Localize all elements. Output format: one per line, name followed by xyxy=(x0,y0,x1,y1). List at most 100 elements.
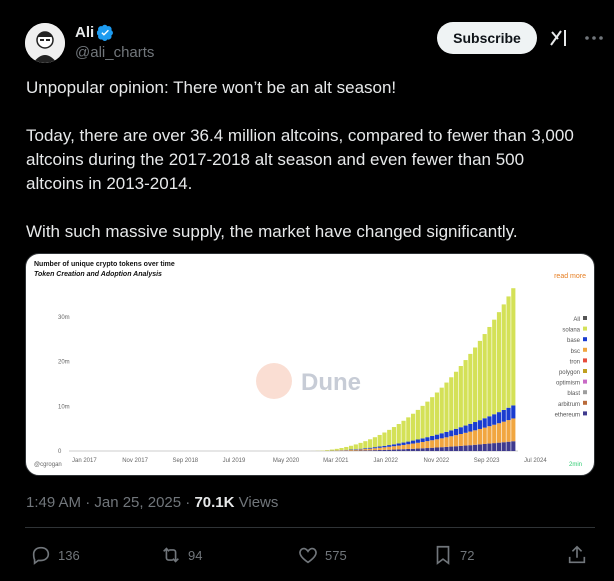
repost-count: 94 xyxy=(188,547,203,563)
chart-bar xyxy=(501,421,506,443)
y-tick-label: 20m xyxy=(58,360,70,366)
views-label: Views xyxy=(234,494,279,511)
chart-bar xyxy=(487,443,492,451)
divider xyxy=(25,527,595,528)
legend-swatch xyxy=(583,358,587,363)
legend-swatch xyxy=(583,337,587,342)
view-count: 70.1K xyxy=(194,494,235,511)
chart-image[interactable]: Number of unique crypto tokens over time… xyxy=(25,253,595,476)
chart-bar xyxy=(363,449,368,451)
chart-bar xyxy=(353,449,358,451)
chart-bar xyxy=(477,444,482,451)
chart-bar xyxy=(425,448,430,451)
chart-bar xyxy=(415,409,420,440)
chart-bar xyxy=(444,431,449,438)
x-tick-label: Sep 2018 xyxy=(172,458,198,464)
verified-badge-icon xyxy=(97,24,113,41)
chart-bar xyxy=(344,446,349,450)
chart-bar xyxy=(420,438,425,442)
chart-bar xyxy=(506,296,511,408)
chart-bar xyxy=(353,444,358,450)
x-tick-label: Mar 2021 xyxy=(323,458,349,464)
repost-button[interactable]: 94 xyxy=(160,544,202,566)
x-tick-label: Jan 2022 xyxy=(373,458,398,464)
chart-bar xyxy=(391,449,397,451)
chart-bar xyxy=(406,444,411,449)
chart-bar xyxy=(415,442,420,449)
chart-bar xyxy=(458,427,463,435)
watermark-text: Dune xyxy=(301,369,361,396)
chart-bar xyxy=(492,414,497,425)
chart-bar xyxy=(468,423,473,432)
chart-bar xyxy=(382,449,387,451)
y-tick-label: 0 xyxy=(58,449,62,455)
legend-label: polygon xyxy=(559,370,580,376)
chart-bar xyxy=(468,353,473,424)
chart-bar xyxy=(391,427,397,445)
chart-bar xyxy=(458,366,463,428)
author-handle[interactable]: @ali_charts xyxy=(75,44,154,61)
avatar[interactable] xyxy=(25,23,65,63)
heart-icon xyxy=(299,547,317,564)
legend-swatch xyxy=(583,390,587,395)
legend-label: base xyxy=(567,338,581,344)
legend-label: arbitrum xyxy=(558,402,580,408)
chart-bar xyxy=(434,447,440,451)
chart-bar xyxy=(482,418,487,428)
chart-bar xyxy=(506,407,511,421)
chart-bar xyxy=(396,449,401,451)
chart-bar xyxy=(401,442,406,445)
like-count: 575 xyxy=(325,547,347,563)
more-options-icon[interactable] xyxy=(582,27,606,49)
reply-button[interactable]: 136 xyxy=(30,544,80,566)
chart-bar xyxy=(434,439,440,448)
legend-swatch xyxy=(583,369,587,373)
chart-bar xyxy=(387,445,392,447)
chart-bar xyxy=(368,448,373,451)
chart-bar xyxy=(496,412,502,424)
chart-bar xyxy=(511,405,516,419)
chart-bar xyxy=(372,448,377,451)
chart-bar xyxy=(363,441,368,449)
chart-bar xyxy=(439,438,444,448)
chart-bar xyxy=(453,428,459,436)
legend-swatch xyxy=(583,400,587,405)
chart-plot: Dune 0 10m 20m 30m Jan 2017 Nov 2017 Sep 2018 Ju… xyxy=(58,288,587,464)
chart-bar xyxy=(334,448,339,451)
share-button[interactable] xyxy=(566,544,594,566)
chart-bar xyxy=(511,441,516,451)
chart-bar xyxy=(372,447,377,449)
dune-logo-icon xyxy=(256,363,292,399)
chart-bar xyxy=(396,443,401,446)
chart-bar xyxy=(396,424,401,444)
chart-bar xyxy=(473,430,478,445)
chart-bar xyxy=(382,445,387,448)
chart-bar xyxy=(425,401,430,438)
grok-icon[interactable] xyxy=(548,27,570,49)
chart-bar xyxy=(358,448,363,450)
author-name[interactable]: Ali xyxy=(75,24,94,41)
chart-bar xyxy=(420,405,425,439)
tweet-time[interactable]: 1:49 AM · Jan 25, 2025 · xyxy=(26,494,194,511)
y-tick-label: 10m xyxy=(58,404,70,410)
chart-bar xyxy=(463,445,468,451)
tweet-text: Unpopular opinion: There won’t be an alt… xyxy=(26,76,586,268)
subscribe-button[interactable]: Subscribe xyxy=(437,22,537,54)
legend-label: tron xyxy=(570,359,580,365)
chart-bar xyxy=(473,444,478,451)
chart-bar xyxy=(363,448,368,450)
bookmark-icon xyxy=(436,545,450,565)
chart-bar xyxy=(449,446,454,451)
bookmark-button[interactable]: 72 xyxy=(432,544,474,566)
chart-bar xyxy=(496,423,502,443)
x-tick-label: Jul 2019 xyxy=(223,458,246,464)
chart-bar xyxy=(425,437,430,442)
chart-bar xyxy=(420,448,425,451)
chart-bar xyxy=(401,420,406,443)
chart-bar xyxy=(496,312,502,413)
like-button[interactable]: 575 xyxy=(297,544,347,566)
y-tick-label: 30m xyxy=(58,315,70,321)
chart-bar xyxy=(449,430,454,437)
chart-bar xyxy=(406,417,411,442)
chart-bar xyxy=(430,435,435,441)
